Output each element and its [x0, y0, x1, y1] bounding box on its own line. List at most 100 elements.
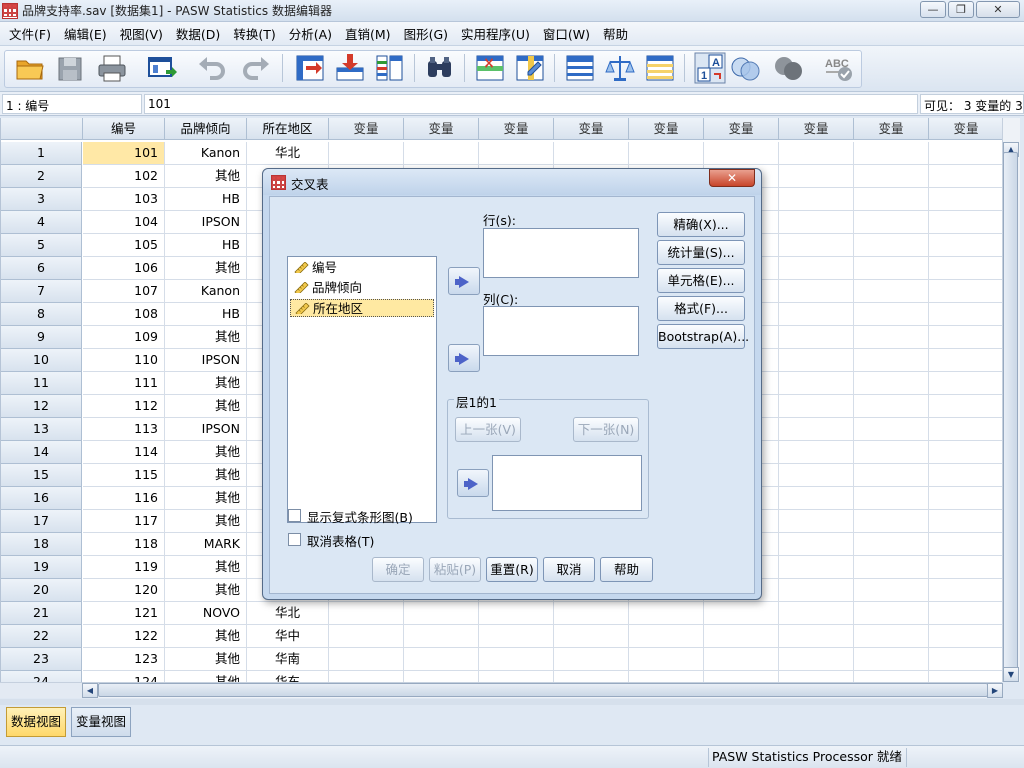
- data-cell[interactable]: [554, 648, 629, 671]
- data-cell[interactable]: 105: [83, 234, 165, 257]
- data-cell[interactable]: 华北: [247, 602, 329, 625]
- data-cell[interactable]: IPSON: [165, 211, 247, 234]
- split-file-icon[interactable]: [564, 52, 596, 84]
- open-folder-icon[interactable]: [14, 52, 46, 84]
- data-cell[interactable]: 110: [83, 349, 165, 372]
- column-header-6[interactable]: 变量: [554, 118, 629, 140]
- row-header[interactable]: 20: [1, 579, 82, 602]
- menu-item-7[interactable]: 图形(G): [399, 24, 453, 43]
- column-header-4[interactable]: 变量: [404, 118, 479, 140]
- data-cell[interactable]: 其他: [165, 625, 247, 648]
- exact-button[interactable]: 精确(X)...: [657, 212, 745, 237]
- data-cell[interactable]: [929, 257, 1002, 280]
- column-header-0[interactable]: 编号: [83, 118, 165, 140]
- data-cell[interactable]: [929, 464, 1002, 487]
- data-cell[interactable]: [929, 602, 1002, 625]
- column-header-11[interactable]: 变量: [929, 118, 1002, 140]
- data-cell[interactable]: [329, 625, 404, 648]
- data-cell[interactable]: [854, 326, 929, 349]
- redo-icon[interactable]: [240, 52, 272, 84]
- columns-list[interactable]: [483, 306, 639, 356]
- weight-cases-icon[interactable]: [604, 52, 636, 84]
- use-sets-icon[interactable]: [730, 52, 762, 84]
- data-cell[interactable]: [554, 142, 629, 165]
- data-cell[interactable]: [854, 372, 929, 395]
- format-button[interactable]: 格式(F)...: [657, 296, 745, 321]
- print-icon[interactable]: [96, 52, 128, 84]
- cancel-button[interactable]: 取消: [543, 557, 595, 582]
- data-cell[interactable]: [629, 625, 704, 648]
- row-header[interactable]: 3: [1, 188, 82, 211]
- row-header[interactable]: 9: [1, 326, 82, 349]
- data-cell[interactable]: 华北: [247, 142, 329, 165]
- data-cell[interactable]: [854, 671, 929, 682]
- data-cell[interactable]: [854, 349, 929, 372]
- scroll-left-button[interactable]: ◀: [82, 683, 98, 698]
- data-cell[interactable]: [479, 625, 554, 648]
- data-cell[interactable]: [854, 165, 929, 188]
- data-cell[interactable]: [854, 234, 929, 257]
- data-cell[interactable]: [779, 418, 854, 441]
- value-labels-icon[interactable]: A1: [694, 52, 726, 84]
- rows-list[interactable]: [483, 228, 639, 278]
- row-header[interactable]: 17: [1, 510, 82, 533]
- insert-case-icon[interactable]: [474, 52, 506, 84]
- bootstrap-button[interactable]: Bootstrap(A)...: [657, 324, 749, 349]
- insert-variable-icon[interactable]: [514, 52, 546, 84]
- move-to-layer-button[interactable]: [457, 469, 489, 497]
- data-cell[interactable]: [779, 372, 854, 395]
- help-button[interactable]: 帮助: [600, 557, 653, 582]
- data-cell[interactable]: [854, 257, 929, 280]
- data-cell[interactable]: 109: [83, 326, 165, 349]
- data-cell[interactable]: [479, 648, 554, 671]
- data-cell[interactable]: [929, 418, 1002, 441]
- row-header[interactable]: 10: [1, 349, 82, 372]
- data-cell[interactable]: [854, 648, 929, 671]
- menu-item-10[interactable]: 帮助: [598, 24, 633, 43]
- data-cell[interactable]: [854, 533, 929, 556]
- data-cell[interactable]: [479, 671, 554, 682]
- data-cell[interactable]: 114: [83, 441, 165, 464]
- data-cell[interactable]: [779, 648, 854, 671]
- statistics-button[interactable]: 统计量(S)...: [657, 240, 745, 265]
- row-header[interactable]: 12: [1, 395, 82, 418]
- data-cell[interactable]: [554, 625, 629, 648]
- data-cell[interactable]: 其他: [165, 257, 247, 280]
- find-icon[interactable]: [424, 52, 456, 84]
- data-cell[interactable]: [929, 395, 1002, 418]
- data-cell[interactable]: [929, 510, 1002, 533]
- row-header[interactable]: 7: [1, 280, 82, 303]
- data-cell[interactable]: [779, 579, 854, 602]
- scroll-right-button[interactable]: ▶: [987, 683, 1003, 698]
- data-cell[interactable]: [854, 441, 929, 464]
- goto-case-icon[interactable]: [294, 52, 326, 84]
- data-cell[interactable]: 其他: [165, 372, 247, 395]
- data-cell[interactable]: [779, 257, 854, 280]
- data-cell[interactable]: [929, 372, 1002, 395]
- data-cell[interactable]: [329, 648, 404, 671]
- data-cell[interactable]: HB: [165, 303, 247, 326]
- data-cell[interactable]: [929, 441, 1002, 464]
- variables-icon[interactable]: [374, 52, 406, 84]
- data-cell[interactable]: [929, 487, 1002, 510]
- undo-icon[interactable]: [196, 52, 228, 84]
- column-header-10[interactable]: 变量: [854, 118, 929, 140]
- column-header-7[interactable]: 变量: [629, 118, 704, 140]
- scroll-down-button[interactable]: ▼: [1003, 667, 1019, 682]
- data-cell[interactable]: [779, 441, 854, 464]
- data-cell[interactable]: 其他: [165, 648, 247, 671]
- data-cell[interactable]: [329, 142, 404, 165]
- data-cell[interactable]: [554, 671, 629, 682]
- row-header[interactable]: 22: [1, 625, 82, 648]
- data-cell[interactable]: 111: [83, 372, 165, 395]
- data-cell[interactable]: 华东: [247, 671, 329, 682]
- data-cell[interactable]: 122: [83, 625, 165, 648]
- next-layer-button[interactable]: 下一张(N): [573, 417, 639, 442]
- data-cell[interactable]: 124: [83, 671, 165, 682]
- variable-item[interactable]: 编号: [290, 259, 434, 277]
- data-cell[interactable]: [704, 602, 779, 625]
- row-header[interactable]: 24: [1, 671, 82, 682]
- data-cell[interactable]: [929, 211, 1002, 234]
- data-cell[interactable]: 其他: [165, 326, 247, 349]
- row-header[interactable]: 19: [1, 556, 82, 579]
